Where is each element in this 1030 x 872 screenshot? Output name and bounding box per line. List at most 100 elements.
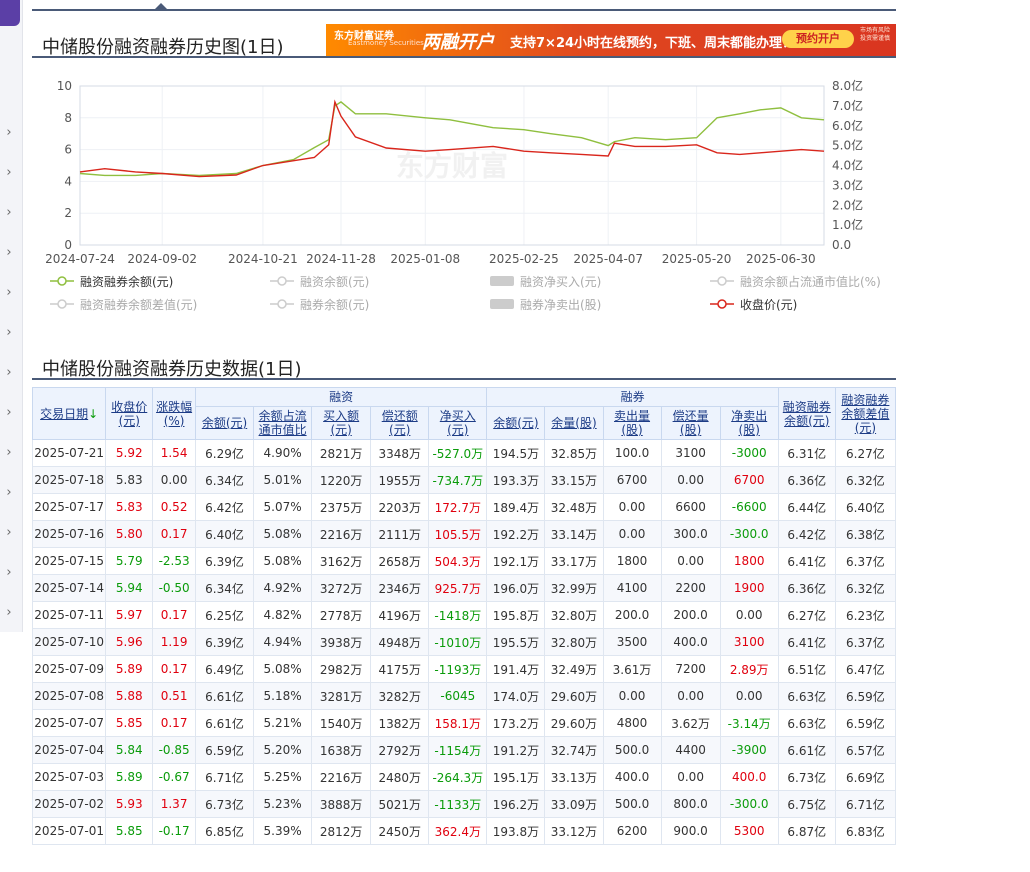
table-cell: 2025-07-09 [31,655,107,683]
chevron-right-icon[interactable]: › [1,485,17,501]
table-cell: -264.3万 [428,763,488,791]
legend-item[interactable]: 融资融券余额(元) [50,273,173,290]
sort-down-icon[interactable]: ↓ [88,407,98,421]
table-cell: 5.84 [105,736,154,764]
table-cell: 5.97 [105,601,154,629]
x-tick-label: 2025-06-30 [746,252,816,266]
chevron-right-icon[interactable]: › [1,445,17,461]
col-header-total-balance[interactable]: 融资融券余额(元) [777,387,836,440]
table-cell: 6.32亿 [834,574,897,602]
col-header-rq-sell[interactable]: 卖出量(股) [602,406,662,440]
banner-open-account-button[interactable]: 预约开户 [782,30,854,48]
chevron-right-icon[interactable]: › [1,525,17,541]
col-header-rz-buy[interactable]: 买入额(元) [311,406,372,440]
col-header-rz-ratio[interactable]: 余额占流通市值比 [253,406,313,440]
table-cell: 5.83 [105,493,154,521]
table-cell: 5.93 [105,790,154,818]
table-cell: 4800 [602,709,662,737]
margin-data-table: 交易日期↓ 收盘价(元) 涨跌幅(%) 融资 融券 融资融券余额(元) 融资融券… [31,387,897,845]
table-cell: 6.61亿 [194,682,255,710]
table-row: 2025-07-17 5.83 0.52 6.42亿 5.07% 2375万 2203万 17… [31,493,897,521]
legend-label: 融资融券余额(元) [80,275,174,289]
table-cell: 3888万 [311,790,372,818]
chevron-right-icon[interactable]: › [1,605,17,621]
legend-item[interactable]: 收盘价(元) [710,296,797,313]
table-cell: 2025-07-15 [31,547,107,575]
table-cell: 2025-07-07 [31,709,107,737]
table-cell: 2812万 [311,817,372,845]
promo-banner[interactable]: 东方财富证券 Eastmoney Securities 两融开户 支持7×24小… [326,24,896,56]
legend-item[interactable]: 融资融券余额差值(元) [50,296,197,313]
table-cell: 5.85 [105,817,154,845]
col-header-rq-balance[interactable]: 余额(元) [486,406,546,440]
chevron-right-icon[interactable]: › [1,205,17,221]
y-right-tick-label: 5.0亿 [832,138,863,153]
table-cell: -6045 [428,682,488,710]
table-cell: 2982万 [311,655,372,683]
table-cell: 5300 [719,817,779,845]
legend-item[interactable]: 融资余额(元) [270,273,369,290]
table-cell: 1220万 [311,466,372,494]
table-cell: 0.00 [602,682,662,710]
table-cell: 32.99万 [544,574,604,602]
table-cell: 500.0 [602,736,662,764]
col-header-rq-net-sell[interactable]: 净卖出(股) [719,406,779,440]
col-header-rq-repay[interactable]: 偿还量(股) [660,406,721,440]
table-cell: 32.85万 [544,439,604,467]
col-header-balance-diff[interactable]: 融资融券余额差值(元) [834,387,897,440]
table-cell: -734.7万 [428,466,488,494]
chevron-right-icon[interactable]: › [1,245,17,261]
col-header-rz-repay[interactable]: 偿还额(元) [370,406,430,440]
table-cell: 3.61万 [602,655,662,683]
table-cell: 0.00 [152,466,196,494]
table-cell: 196.2万 [486,790,546,818]
chevron-right-icon[interactable]: › [1,365,17,381]
col-header-rz-net-buy[interactable]: 净买入(元) [428,406,488,440]
table-cell: 6.59亿 [194,736,255,764]
table-cell: 6.34亿 [194,574,255,602]
table-cell: 5.07% [253,493,313,521]
col-header-date[interactable]: 交易日期↓ [31,387,107,440]
table-cell: 7200 [660,655,721,683]
group-header-financing: 融资 [194,387,488,407]
table-cell: 6200 [602,817,662,845]
table-cell: 0.51 [152,682,196,710]
legend-item[interactable]: 融券余额(元) [270,296,369,313]
chevron-right-icon[interactable]: › [1,405,17,421]
table-cell: 2025-07-10 [31,628,107,656]
legend-item[interactable]: 融券净卖出(股) [490,296,601,313]
chevron-right-icon[interactable]: › [1,285,17,301]
table-cell: -0.17 [152,817,196,845]
chevron-right-icon[interactable]: › [1,165,17,181]
table-cell: 0.17 [152,709,196,737]
legend-label: 融资余额(元) [300,275,370,289]
table-cell: 5.08% [253,547,313,575]
table-cell: -3900 [719,736,779,764]
col-header-rq-volume[interactable]: 余量(股) [544,406,604,440]
col-header-close[interactable]: 收盘价(元) [105,387,154,440]
table-cell: 196.0万 [486,574,546,602]
col-header-change[interactable]: 涨跌幅(%) [152,387,196,440]
legend-line-icon [50,298,74,313]
table-cell: 6.63亿 [777,682,836,710]
table-cell: 3100 [719,628,779,656]
table-cell: 191.2万 [486,736,546,764]
table-cell: 6.41亿 [777,547,836,575]
table-cell: 300.0 [660,520,721,548]
y-right-tick-label: 4.0亿 [832,158,863,173]
sidebar-tab[interactable] [0,0,20,26]
legend-item[interactable]: 融资余额占流通市值比(%) [710,273,881,290]
table-cell: 29.60万 [544,682,604,710]
chevron-right-icon[interactable]: › [1,565,17,581]
chevron-right-icon[interactable]: › [1,325,17,341]
col-header-rz-balance[interactable]: 余额(元) [194,406,255,440]
table-cell: 2778万 [311,601,372,629]
y-left-tick-label: 0 [64,238,72,252]
table-cell: 2025-07-18 [31,466,107,494]
table-cell: -2.53 [152,547,196,575]
chevron-right-icon[interactable]: › [1,125,17,141]
legend-item[interactable]: 融资净买入(元) [490,273,601,290]
banner-brand-en: Eastmoney Securities [348,39,424,47]
table-cell: 2480万 [370,763,430,791]
table-row: 2025-07-15 5.79 -2.53 6.39亿 5.08% 3162万 2658万 5… [31,547,897,575]
